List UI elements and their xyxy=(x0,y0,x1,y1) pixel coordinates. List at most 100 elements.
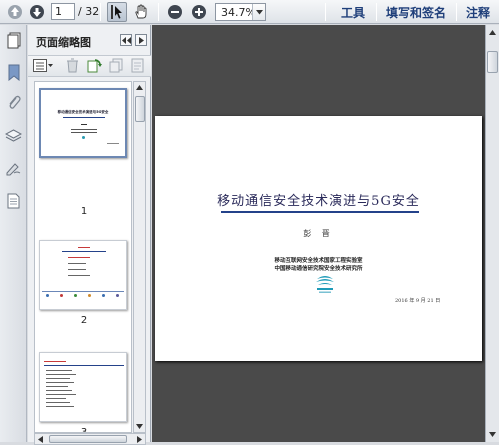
thumbnail-vertical-scrollbar[interactable] xyxy=(133,81,146,433)
scroll-down-arrow-icon[interactable] xyxy=(487,429,498,440)
page-properties-button[interactable] xyxy=(130,58,146,75)
page-thumbnail-3[interactable] xyxy=(39,352,127,422)
copy-page-icon xyxy=(109,58,123,76)
thumbnail-3-text xyxy=(46,406,74,407)
affiliation-line-2: 中国移动通信研究院安全技术研究所 xyxy=(274,266,363,272)
scrollbar-thumb[interactable] xyxy=(487,51,498,73)
thumbnail-2-item xyxy=(68,269,86,270)
rotate-icon xyxy=(87,58,102,76)
toolbar-separator xyxy=(456,3,457,21)
trash-icon xyxy=(66,58,79,76)
bookmark-icon[interactable] xyxy=(4,63,23,82)
thumbnail-options-button[interactable] xyxy=(33,58,53,75)
navigation-strip xyxy=(0,25,27,442)
zoom-out-button[interactable] xyxy=(166,2,184,22)
thumbnail-2-logo xyxy=(88,294,91,297)
document-page: 移动通信安全技术演进与5G安全 彭 晋 移动互联网安全技术国家工程实验室 中国移… xyxy=(155,116,482,361)
thumbnail-1-rule xyxy=(63,117,105,118)
chevron-right-icon xyxy=(138,34,144,47)
page-thumbnails-panel: 页面缩略图 移动通信安全技术演进与5G安全 1 2 3 xyxy=(28,25,151,445)
thumbnail-3-text xyxy=(46,370,72,371)
page-thumbnail-1[interactable]: 移动通信安全技术演进与5G安全 xyxy=(39,88,127,158)
panel-header: 页面缩略图 xyxy=(28,25,151,53)
scroll-up-arrow-icon[interactable] xyxy=(134,82,145,93)
thumbnail-3-text xyxy=(46,394,76,395)
thumbnail-horizontal-scrollbar[interactable] xyxy=(34,433,146,445)
zoom-in-button[interactable] xyxy=(190,2,208,22)
fill-and-sign-menu[interactable]: 填写和签名 xyxy=(386,4,446,21)
comment-menu[interactable]: 注释 xyxy=(466,4,490,21)
scrollbar-thumb[interactable] xyxy=(135,96,145,122)
zoom-level-dropdown[interactable]: 34.7% xyxy=(215,3,266,21)
hand-tool-button[interactable] xyxy=(131,2,151,22)
thumbnail-2-rule xyxy=(62,251,106,252)
list-options-icon xyxy=(33,58,53,75)
thumbnail-3-text xyxy=(46,398,66,399)
zoom-level-value: 34.7% xyxy=(221,6,256,19)
scroll-left-arrow-icon[interactable] xyxy=(35,434,46,444)
china-mobile-logo-icon xyxy=(313,273,337,295)
copy-page-button[interactable] xyxy=(108,58,124,75)
document-properties-icon[interactable] xyxy=(4,191,23,210)
collapse-panel-button[interactable] xyxy=(120,34,132,46)
page-thumbnails-icon[interactable] xyxy=(4,31,23,50)
page-number-label: 1 xyxy=(80,206,88,217)
scroll-up-arrow-icon[interactable] xyxy=(487,27,498,38)
next-page-button[interactable] xyxy=(28,2,46,22)
document-viewport[interactable]: 移动通信安全技术演进与5G安全 彭 晋 移动互联网安全技术国家工程实验室 中国移… xyxy=(152,25,485,442)
scroll-down-arrow-icon[interactable] xyxy=(134,421,145,432)
arrow-down-icon xyxy=(29,4,45,20)
layers-icon[interactable] xyxy=(4,127,23,146)
thumbnail-1-title: 移动通信安全技术演进与5G安全 xyxy=(57,110,109,114)
toolbar-separator xyxy=(325,3,326,21)
thumbnail-1-text xyxy=(71,129,97,130)
thumbnail-3-text xyxy=(46,402,70,403)
thumbnail-3-heading xyxy=(44,361,66,362)
thumbnail-2-logo xyxy=(74,294,77,297)
document-title: 移动通信安全技术演进与5G安全 xyxy=(217,194,420,209)
select-tool-button[interactable] xyxy=(107,2,127,22)
attachment-icon[interactable] xyxy=(4,93,23,112)
thumbnail-2-logo xyxy=(102,294,105,297)
thumbnail-list: 移动通信安全技术演进与5G安全 1 2 3 xyxy=(34,81,132,433)
tools-menu[interactable]: 工具 xyxy=(341,4,365,21)
thumbnail-2-logo xyxy=(60,294,63,297)
main-toolbar: 1 / 32 34.7% 工具 填写和签名 注释 xyxy=(0,0,499,24)
scroll-right-arrow-icon[interactable] xyxy=(134,434,145,444)
document-vertical-scrollbar[interactable] xyxy=(485,25,499,442)
zoom-out-icon xyxy=(167,4,183,20)
signature-icon[interactable] xyxy=(4,159,23,178)
page-total-label: / 32 xyxy=(78,5,100,18)
thumbnail-2-item xyxy=(68,275,90,276)
title-underline xyxy=(221,211,419,213)
thumbnail-1-text xyxy=(81,124,87,125)
page-number-input[interactable]: 1 xyxy=(51,3,75,20)
panel-options-button[interactable] xyxy=(135,34,147,46)
panel-title: 页面缩略图 xyxy=(36,36,91,49)
thumbnail-3-text xyxy=(46,374,76,375)
thumbnail-1-logo xyxy=(82,136,85,139)
chevron-down-icon[interactable] xyxy=(252,4,265,20)
arrow-up-icon xyxy=(7,4,23,20)
page-number-label: 2 xyxy=(80,315,88,326)
page-thumbnail-2[interactable] xyxy=(39,240,127,310)
thumbnail-3-text xyxy=(46,390,72,391)
affiliation-line-1: 移动互联网安全技术国家工程实验室 xyxy=(274,258,363,264)
panel-toolbar xyxy=(28,55,151,77)
thumbnail-2-heading xyxy=(78,247,90,248)
select-cursor-icon xyxy=(110,4,124,20)
thumbnail-1-text xyxy=(107,143,119,144)
thumbnail-3-text xyxy=(46,378,70,379)
thumbnail-3-rule xyxy=(44,365,124,366)
thumbnail-3-text xyxy=(46,386,68,387)
thumbnail-3-text xyxy=(46,382,74,383)
previous-page-button[interactable] xyxy=(6,2,24,22)
toolbar-separator xyxy=(158,3,159,21)
rotate-page-button[interactable] xyxy=(86,58,102,75)
delete-page-button[interactable] xyxy=(64,58,80,75)
thumbnail-2-logo xyxy=(116,294,119,297)
thumbnail-2-footer xyxy=(42,291,124,292)
thumbnail-2-item xyxy=(68,263,86,264)
document-author: 彭 晋 xyxy=(303,229,334,238)
thumbnail-2-logo xyxy=(46,294,49,297)
